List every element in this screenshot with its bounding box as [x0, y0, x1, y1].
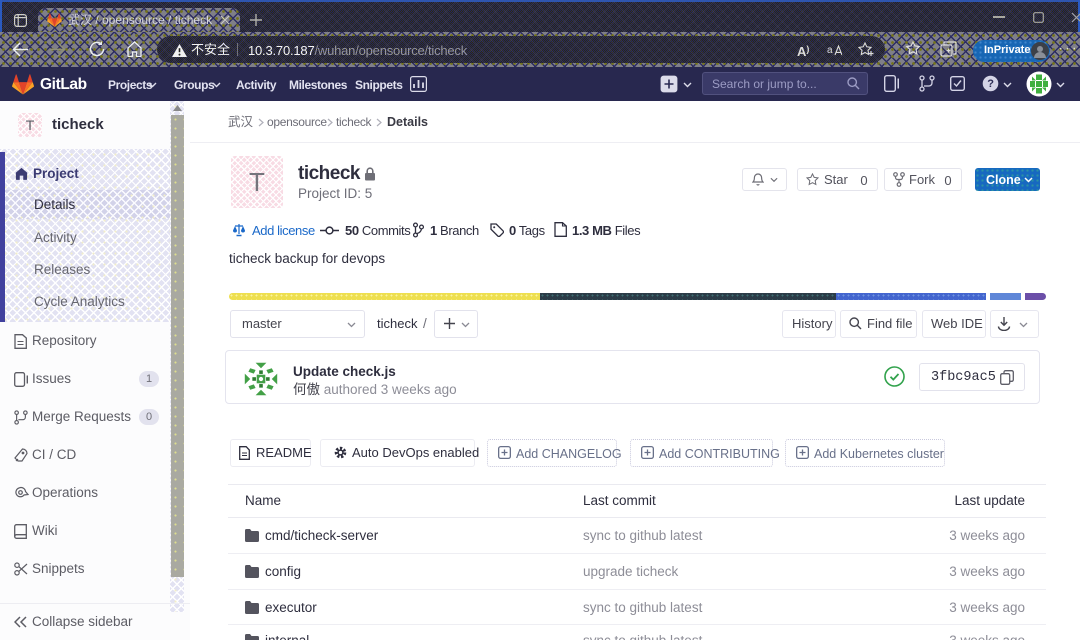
svg-text:a: a [827, 45, 833, 56]
svg-text:?: ? [987, 78, 994, 90]
